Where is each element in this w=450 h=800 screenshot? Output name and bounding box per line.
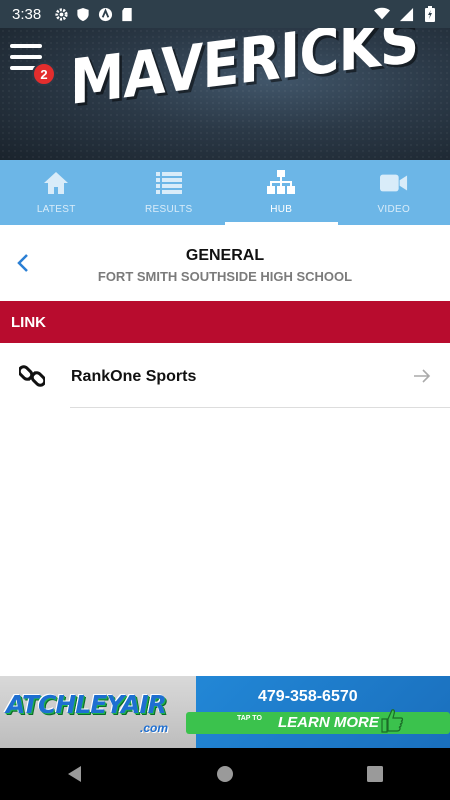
hierarchy-icon <box>267 169 296 197</box>
nav-recents-button[interactable] <box>355 754 395 794</box>
link-label: RankOne Sports <box>71 368 197 385</box>
tab-bar: LATEST RESULTS HUB VIDEO <box>0 160 450 225</box>
chain-link-icon <box>17 363 47 389</box>
notification-badge: 2 <box>32 62 56 86</box>
battery-icon <box>422 6 438 22</box>
section-header: LINK <box>0 301 450 343</box>
system-nav-bar <box>0 748 450 800</box>
list-icon <box>155 169 183 197</box>
back-icon <box>68 766 81 782</box>
settings-icon <box>53 6 69 22</box>
sd-card-icon <box>119 6 135 22</box>
ad-phone: 479-358-6570 <box>258 688 358 705</box>
ad-learn-more-button[interactable]: LEARN MORE <box>278 714 379 731</box>
tab-latest[interactable]: LATEST <box>0 160 113 225</box>
tab-label: HUB <box>270 204 293 215</box>
home-icon <box>42 169 70 197</box>
tab-video[interactable]: VIDEO <box>338 160 450 225</box>
shield-icon <box>75 6 91 22</box>
header-banner: MAVERICKS 2 <box>0 28 450 160</box>
tab-label: RESULTS <box>145 204 193 215</box>
video-camera-icon <box>379 169 408 197</box>
link-row-rankone-sports[interactable]: RankOne Sports <box>0 343 450 408</box>
sub-header: GENERAL FORT SMITH SOUTHSIDE HIGH SCHOOL <box>0 225 450 301</box>
ad-banner[interactable]: ATCHLEYAIR .com 479-358-6570 TAP TO LEAR… <box>0 676 450 748</box>
home-icon <box>217 766 233 782</box>
tab-results[interactable]: RESULTS <box>113 160 226 225</box>
row-divider <box>70 407 450 408</box>
status-left-icons <box>53 6 135 22</box>
ad-tap-to: TAP TO <box>237 715 262 722</box>
nav-home-button[interactable] <box>205 754 245 794</box>
team-brand-logo: MAVERICKS <box>70 28 419 120</box>
tab-label: LATEST <box>36 204 76 215</box>
ad-brand-logo: ATCHLEYAIR <box>6 690 167 719</box>
cell-signal-icon <box>398 6 414 22</box>
thumbs-up-icon <box>380 706 404 734</box>
screen: 3:38 MAVERICKS 2 LATEST RESULTS HUB VIDE… <box>0 0 450 800</box>
vpn-icon <box>97 6 113 22</box>
hamburger-icon-bar <box>10 55 42 59</box>
wifi-icon <box>374 6 390 22</box>
arrow-right-icon <box>412 367 432 385</box>
recents-icon <box>367 766 383 782</box>
ad-brand-suffix: .com <box>140 721 169 735</box>
page-subtitle: FORT SMITH SOUTHSIDE HIGH SCHOOL <box>97 269 353 284</box>
tab-label: VIDEO <box>377 204 411 215</box>
status-bar: 3:38 <box>0 0 450 28</box>
hamburger-icon <box>10 44 42 48</box>
status-time: 3:38 <box>12 5 42 23</box>
tab-hub[interactable]: HUB <box>225 160 338 225</box>
status-right-icons <box>374 6 438 22</box>
page-title: GENERAL <box>185 247 265 264</box>
nav-back-button[interactable] <box>55 754 95 794</box>
